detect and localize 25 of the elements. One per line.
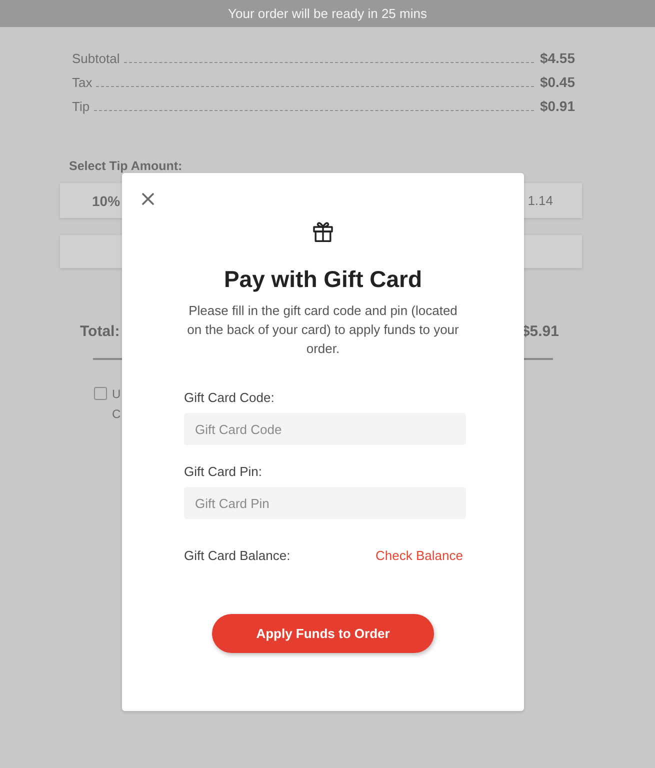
input-field[interactable]: Gift Card Pin	[184, 487, 466, 519]
summary-value: $4.55	[540, 49, 575, 68]
tip-amount: 1.14	[528, 193, 553, 208]
summary-label: Tip	[72, 98, 90, 116]
summary-label: Tax	[72, 74, 92, 92]
field-label: Gift Card Pin:	[184, 464, 262, 480]
summary-value: $0.91	[540, 97, 575, 116]
apply-funds-button[interactable]: Apply Funds to Order	[212, 614, 434, 653]
checkbox-label: U	[112, 386, 121, 403]
checkbox-note: C	[112, 406, 121, 423]
summary-label: Subtotal	[72, 50, 120, 68]
dialog-title: Pay with Gift Card	[222, 265, 424, 293]
section-heading: Select Tip Amount:	[69, 158, 182, 174]
close-icon[interactable]	[142, 193, 154, 205]
check-balance-link[interactable]: Check Balance	[376, 548, 463, 564]
dialog-description: Please fill in the gift card code and pin (located on the back of your card) to apply funds to your order.	[186, 302, 460, 358]
total-label: Total:	[80, 322, 120, 340]
checkbox[interactable]	[94, 387, 107, 400]
ready-time-text: Your order will be ready in 25 mins	[228, 6, 427, 22]
field-label: Gift Card Code:	[184, 390, 274, 406]
balance-label: Gift Card Balance:	[184, 548, 290, 564]
summary-value: $0.45	[540, 73, 575, 92]
input-field[interactable]: Gift Card Code	[184, 413, 466, 445]
gift-icon	[313, 221, 333, 242]
tip-option[interactable]: 10%	[92, 192, 120, 208]
